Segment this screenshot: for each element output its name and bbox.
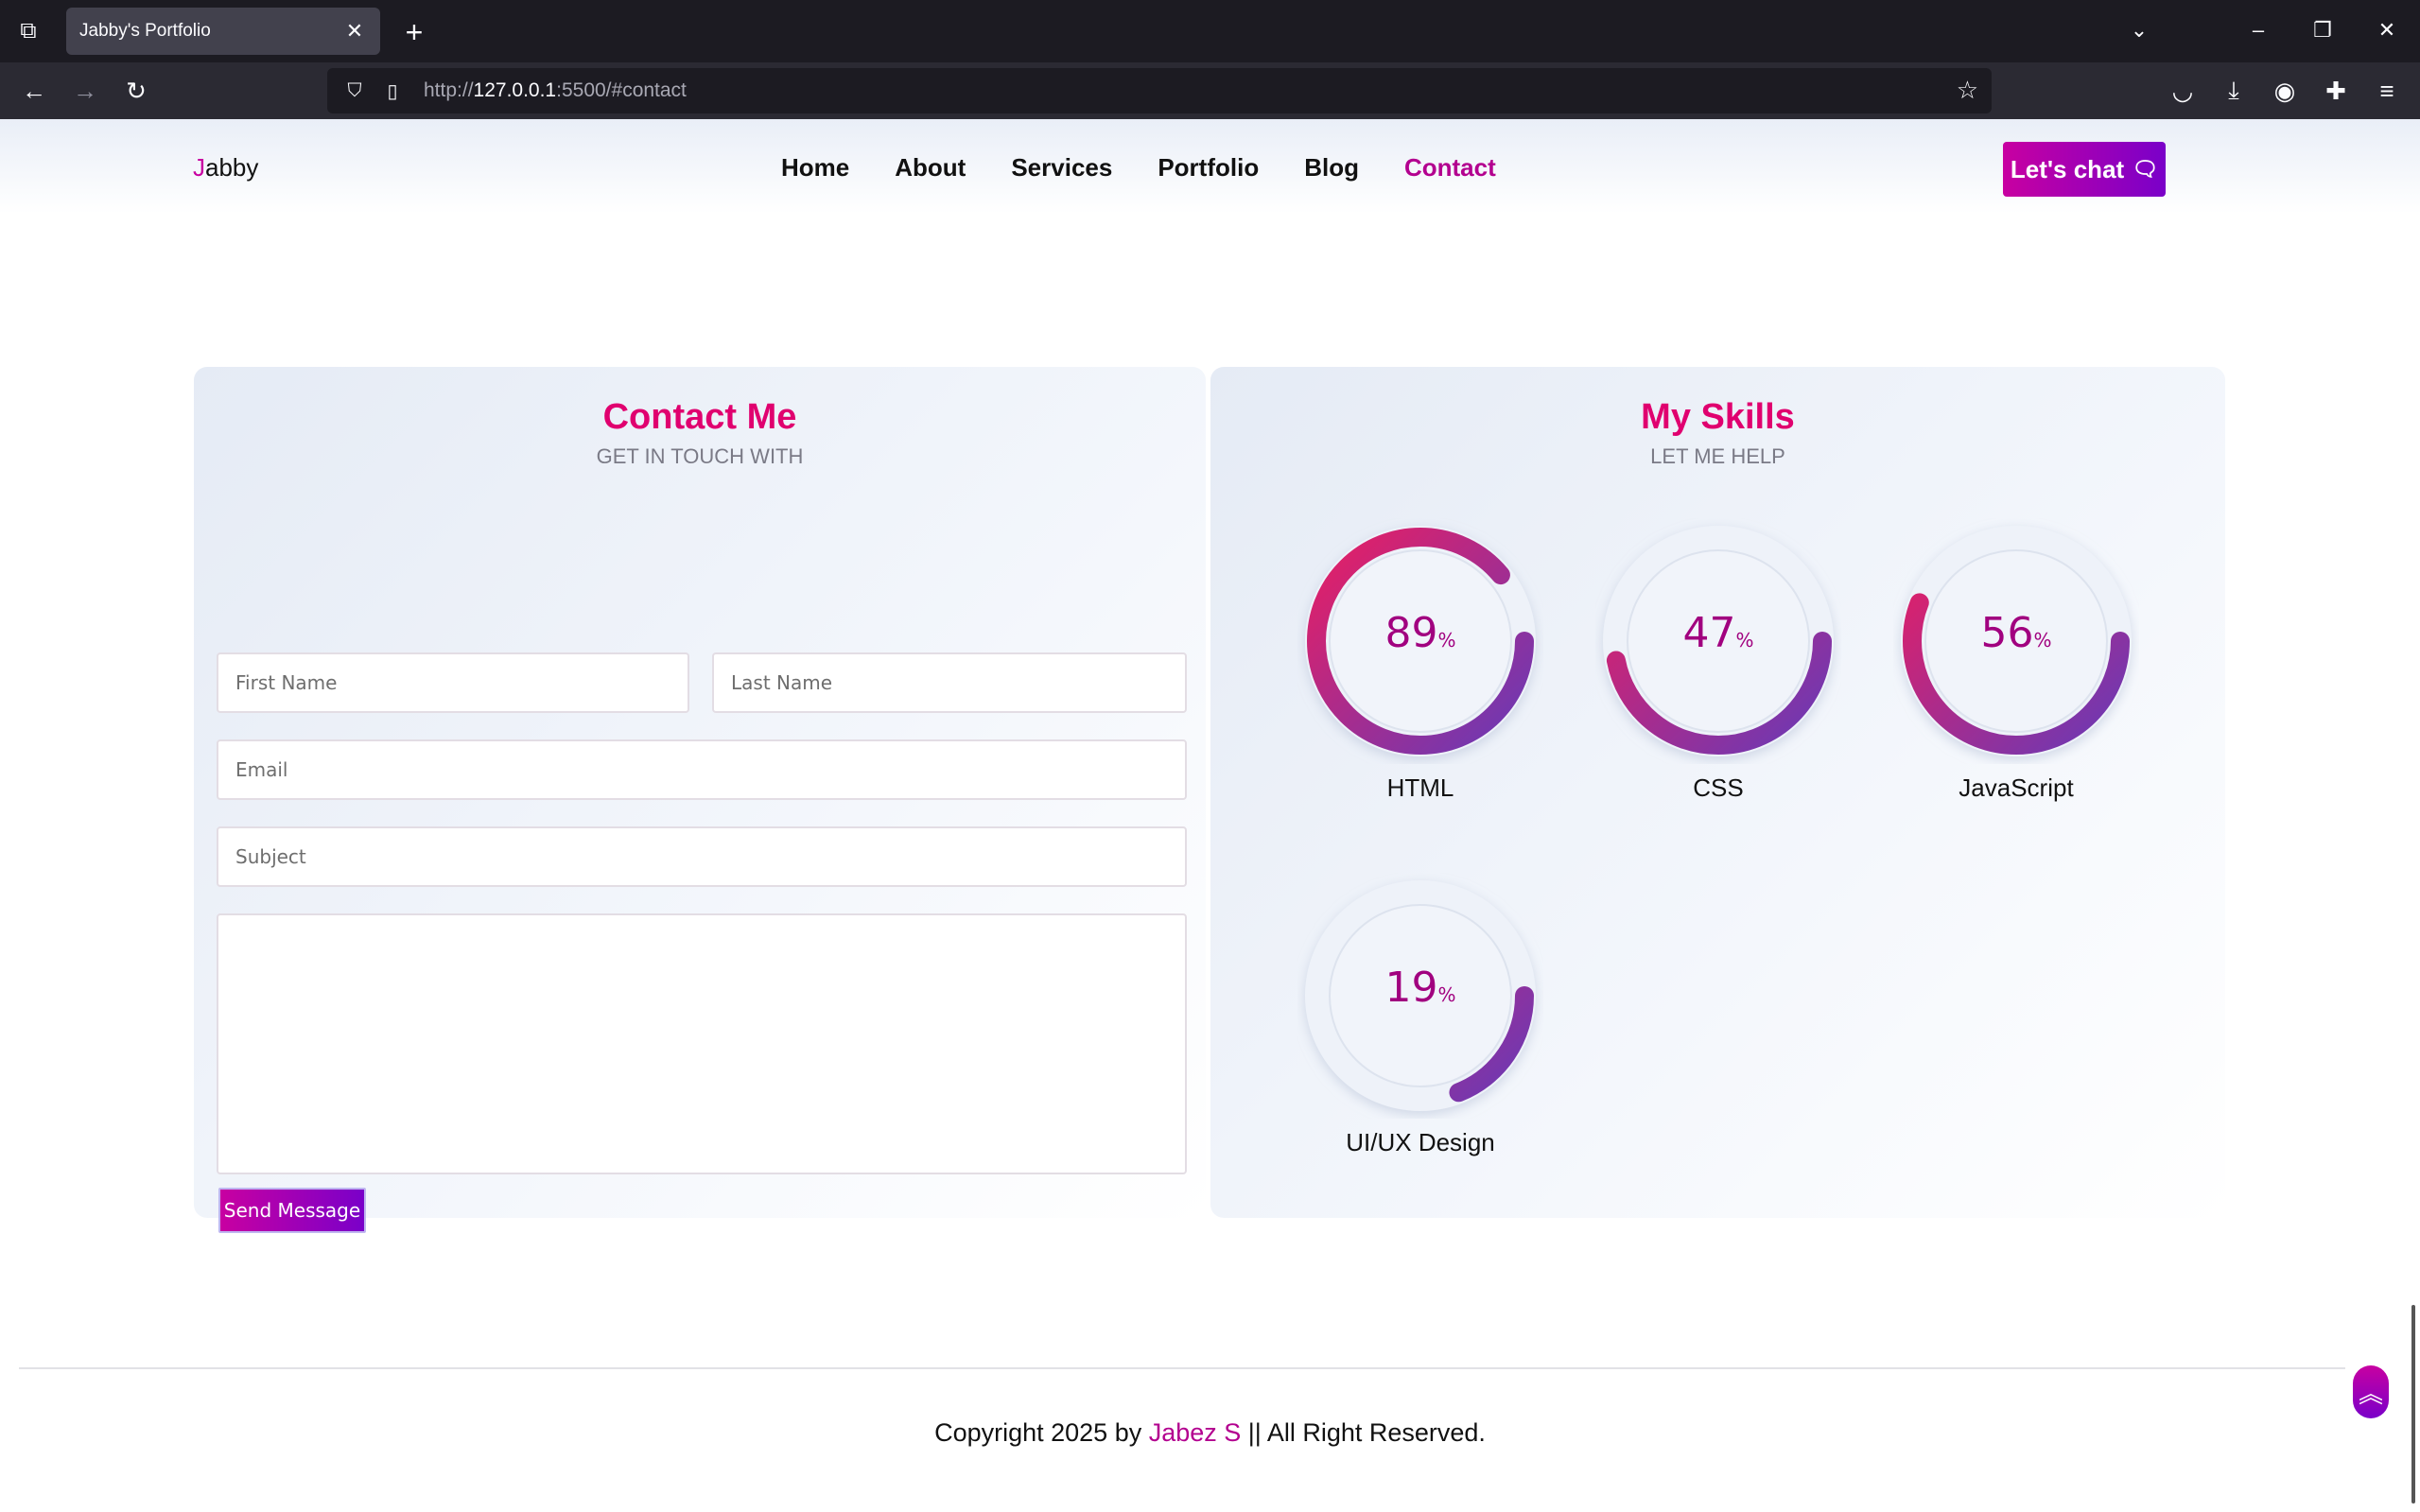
url-path: :5500/#contact [556,79,687,101]
main-menu: Home About Services Portfolio Blog Conta… [781,153,1496,182]
tracking-shield-icon[interactable]: ⛉ [340,80,369,102]
copyright-text: Copyright 2025 by Jabez S || All Right R… [0,1418,2420,1448]
percent-value: 47 [1682,609,1736,657]
skill-name: UI/UX Design [1346,1128,1495,1156]
menu-item-home[interactable]: Home [781,153,849,182]
chat-bubble-icon: 🗨 [2132,157,2159,181]
account-icon[interactable]: ◉ [2266,72,2304,110]
skill-css: 47% CSS [1595,518,1841,821]
page-info-icon[interactable]: ▯ [380,79,405,103]
menu-item-contact[interactable]: Contact [1404,153,1496,182]
restore-icon[interactable]: ❐ [2302,11,2343,49]
forward-icon[interactable]: → [66,72,104,110]
email-input[interactable]: Email [217,739,1187,800]
copyright-suffix: || All Right Reserved. [1241,1418,1486,1447]
browser-nav-bar: ← → ↻ ⛉ ▯ http://127.0.0.1:5500/#contact… [0,62,2420,119]
contact-title: Contact Me [602,397,797,437]
window-close-icon[interactable]: ✕ [2366,11,2408,49]
skill-name: HTML [1386,773,1454,802]
lets-chat-button[interactable]: Let's chat 🗨 [2003,142,2166,197]
skill-name: JavaScript [1959,773,2074,802]
contact-subtitle: GET IN TOUCH WITH [596,444,804,468]
app-menu-icon[interactable]: ≡ [2368,72,2406,110]
send-message-button[interactable]: Send Message [218,1188,366,1233]
logo-rest: abby [205,153,259,182]
url-host: 127.0.0.1 [473,79,557,101]
skill-javascript: 56% JavaScript [1893,518,2139,821]
web-page: Jabby Home About Services Portfolio Blog… [0,119,2420,1512]
chat-label: Let's chat [2010,154,2125,183]
pocket-icon[interactable]: ◡ [2164,72,2202,110]
logo-initial: J [193,153,205,182]
skills-title: My Skills [1641,397,1795,437]
first-name-input[interactable]: First Name [217,652,689,713]
back-icon[interactable]: ← [15,72,53,110]
subject-input[interactable]: Subject [217,826,1187,887]
site-header: Jabby Home About Services Portfolio Blog… [0,119,2420,214]
skill-name: CSS [1693,773,1744,802]
author-link[interactable]: Jabez S [1149,1418,1242,1447]
last-name-input[interactable]: Last Name [712,652,1187,713]
copyright-prefix: Copyright 2025 by [934,1418,1149,1447]
menu-item-blog[interactable]: Blog [1304,153,1359,182]
reload-icon[interactable]: ↻ [117,72,155,110]
bookmark-star-icon[interactable]: ☆ [1957,76,1978,105]
menu-item-services[interactable]: Services [1011,153,1112,182]
percent-value: 89 [1384,609,1438,657]
url-text[interactable]: http://127.0.0.1:5500/#contact [424,79,687,102]
close-tab-icon[interactable]: ✕ [342,19,367,43]
skill-html: 89% HTML [1297,518,1543,821]
skill-percent: 19% [1297,964,1543,1012]
skill-percent: 89% [1297,609,1543,657]
url-prefix: http:// [424,79,474,101]
new-tab-button[interactable]: + [395,13,433,51]
skill-percent: 56% [1893,609,2139,657]
site-logo[interactable]: Jabby [193,153,258,182]
page-scrollbar[interactable] [2411,1305,2415,1503]
url-bar[interactable]: ⛉ ▯ http://127.0.0.1:5500/#contact ☆ [327,68,1992,113]
message-textarea[interactable] [217,913,1187,1174]
skills-panel: My Skills LET ME HELP 89% HTML 47% CSS 5… [1210,367,2225,1218]
percent-value: 56 [1980,609,2034,657]
menu-item-about[interactable]: About [895,153,966,182]
browser-tab[interactable]: Jabby's Portfolio ✕ [66,8,380,55]
skill-uiux-design: 19% UI/UX Design [1297,873,1543,1175]
download-icon[interactable]: ⤓ [2215,72,2253,110]
browser-tab-bar: ⧉ Jabby's Portfolio ✕ + ⌄ – ❐ ✕ [0,0,2420,62]
list-all-tabs-icon[interactable]: ⌄ [2118,11,2160,49]
menu-item-portfolio[interactable]: Portfolio [1158,153,1259,182]
percent-sign: % [2033,629,2052,652]
contact-panel: Contact Me GET IN TOUCH WITH First Name … [194,367,1206,1233]
tab-list-icon[interactable]: ⧉ [13,17,44,45]
percent-sign: % [1437,983,1456,1006]
scroll-to-top-icon[interactable]: ︽ [2353,1365,2389,1418]
percent-sign: % [1735,629,1754,652]
tab-title: Jabby's Portfolio [79,21,211,41]
footer-divider [19,1367,2345,1369]
skill-percent: 47% [1595,609,1841,657]
skills-subtitle: LET ME HELP [1650,444,1785,468]
percent-value: 19 [1384,964,1438,1012]
minimize-icon[interactable]: – [2237,11,2279,49]
extensions-icon[interactable]: ✚ [2317,72,2355,110]
percent-sign: % [1437,629,1456,652]
